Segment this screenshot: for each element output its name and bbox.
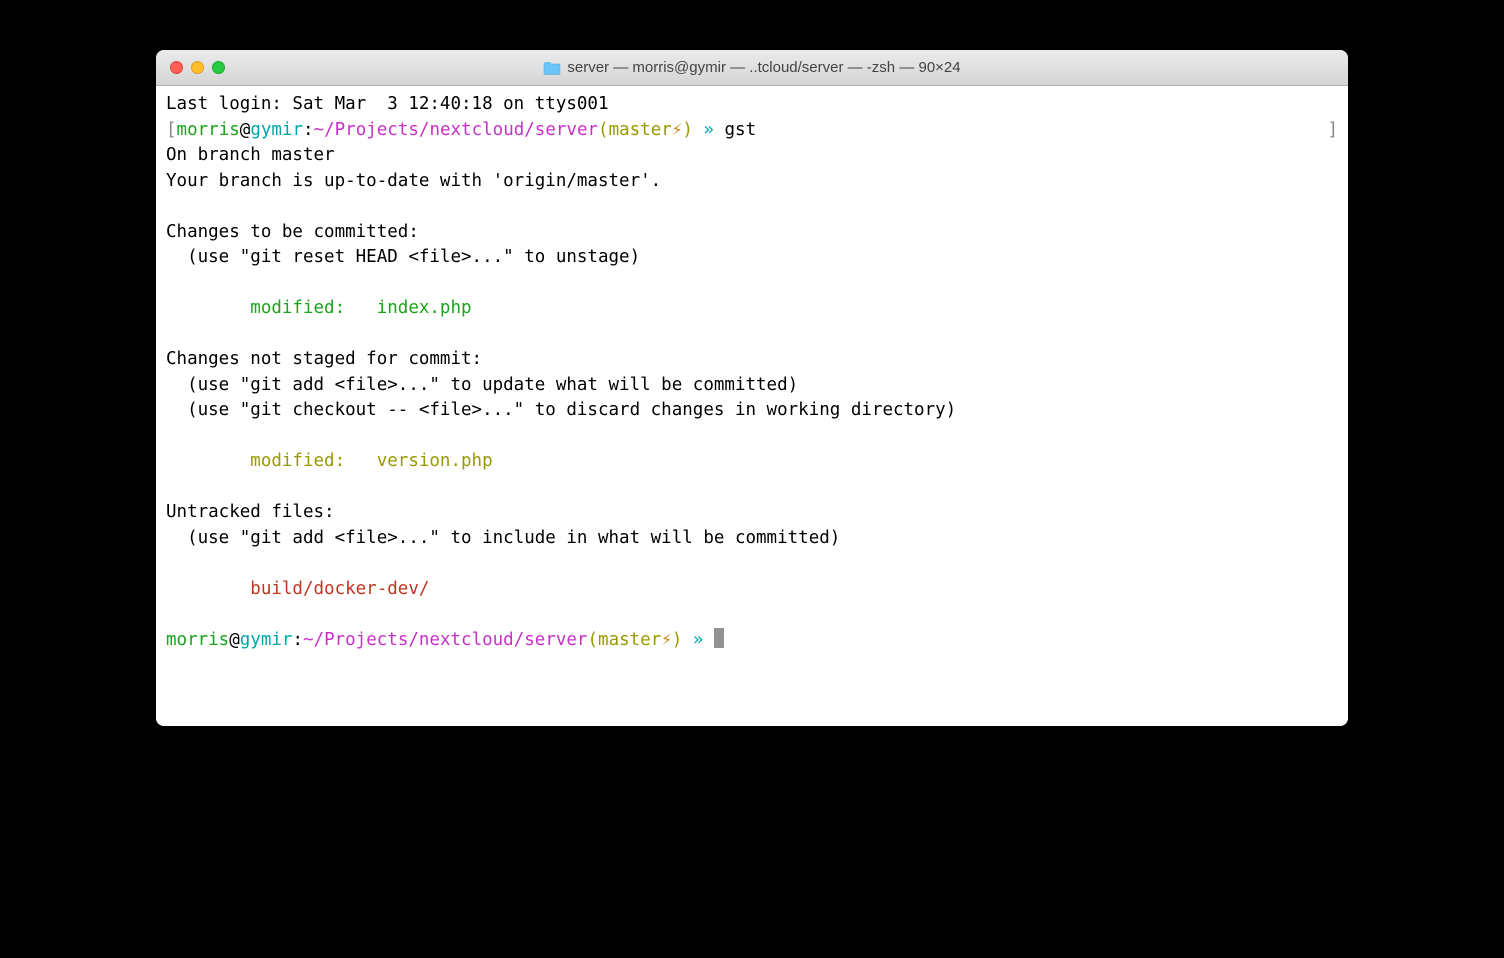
untracked-file: build/docker-dev/ <box>166 577 1338 603</box>
untracked-hint: (use "git add <file>..." to include in w… <box>166 526 1338 552</box>
blank-line <box>166 475 1338 501</box>
untracked-header: Untracked files: <box>166 500 1338 526</box>
command-text: gst <box>725 120 757 140</box>
bracket-open: [ <box>166 120 177 140</box>
last-login-line: Last login: Sat Mar 3 12:40:18 on ttys00… <box>166 92 1338 118</box>
traffic-lights <box>156 61 225 74</box>
prompt-line-1: [morris@gymir:~/Projects/nextcloud/serve… <box>166 118 1338 144</box>
unstaged-header: Changes not staged for commit: <box>166 347 1338 373</box>
prompt-colon: : <box>303 120 314 140</box>
close-button[interactable] <box>170 61 183 74</box>
folder-icon <box>543 61 561 75</box>
prompt-path: ~/Projects/nextcloud/server <box>303 630 587 650</box>
branch-open: ( <box>598 120 609 140</box>
cursor <box>714 628 724 648</box>
uptodate-line: Your branch is up-to-date with 'origin/m… <box>166 169 1338 195</box>
prompt-user: morris <box>177 120 240 140</box>
unstaged-hint2: (use "git checkout -- <file>..." to disc… <box>166 398 1338 424</box>
prompt-line-2: morris@gymir:~/Projects/nextcloud/server… <box>166 628 1338 654</box>
titlebar[interactable]: server — morris@gymir — ..tcloud/server … <box>156 50 1348 86</box>
staged-file: modified: index.php <box>166 296 1338 322</box>
title-wrapper: server — morris@gymir — ..tcloud/server … <box>156 59 1348 76</box>
blank-line <box>166 424 1338 450</box>
staged-hint: (use "git reset HEAD <file>..." to unsta… <box>166 245 1338 271</box>
unstaged-file: modified: version.php <box>166 449 1338 475</box>
branch-line: On branch master <box>166 143 1338 169</box>
prompt-at: @ <box>229 630 240 650</box>
prompt-user: morris <box>166 630 229 650</box>
prompt-host: gymir <box>240 630 293 650</box>
prompt-colon: : <box>292 630 303 650</box>
prompt-arrow: » <box>693 120 725 140</box>
branch-name: master <box>609 120 672 140</box>
minimize-button[interactable] <box>191 61 204 74</box>
branch-close: ) <box>672 630 683 650</box>
prompt-arrow: » <box>682 630 714 650</box>
terminal-window: server — morris@gymir — ..tcloud/server … <box>156 50 1348 726</box>
lightning-icon: ⚡ <box>672 120 683 140</box>
prompt-host: gymir <box>250 120 303 140</box>
staged-header: Changes to be committed: <box>166 220 1338 246</box>
maximize-button[interactable] <box>212 61 225 74</box>
bracket-close: ] <box>1327 118 1338 144</box>
blank-line <box>166 322 1338 348</box>
blank-line <box>166 271 1338 297</box>
blank-line <box>166 602 1338 628</box>
branch-close: ) <box>682 120 693 140</box>
prompt-path: ~/Projects/nextcloud/server <box>314 120 598 140</box>
lightning-icon: ⚡ <box>661 630 672 650</box>
prompt-at: @ <box>240 120 251 140</box>
blank-line <box>166 551 1338 577</box>
branch-open: ( <box>587 630 598 650</box>
terminal-body[interactable]: Last login: Sat Mar 3 12:40:18 on ttys00… <box>156 86 1348 726</box>
window-title: server — morris@gymir — ..tcloud/server … <box>567 59 960 76</box>
unstaged-hint1: (use "git add <file>..." to update what … <box>166 373 1338 399</box>
branch-name: master <box>598 630 661 650</box>
blank-line <box>166 194 1338 220</box>
